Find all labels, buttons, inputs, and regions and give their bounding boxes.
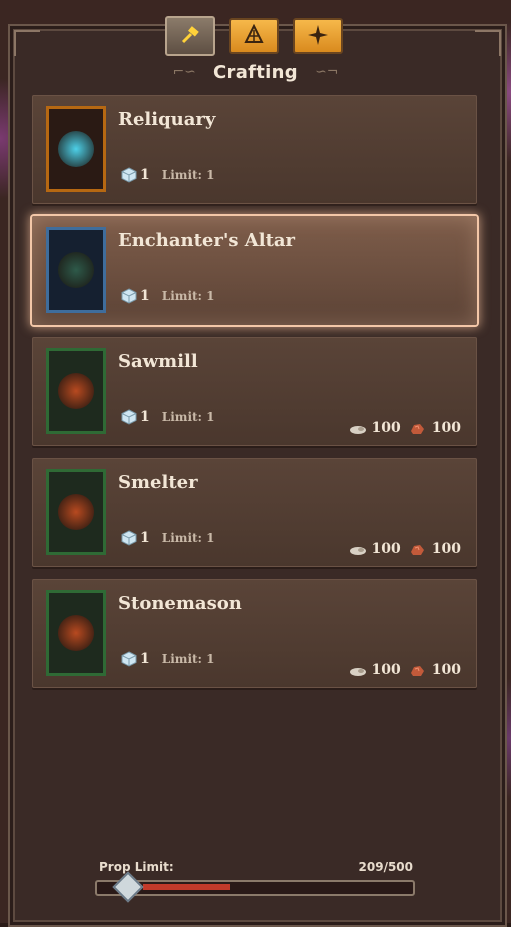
cost-amount: 100 <box>371 662 401 678</box>
cost-entry: 100 <box>409 541 461 557</box>
cost-entry: 100 <box>349 420 401 436</box>
item-costs: 100 100 <box>349 541 461 557</box>
prop-limit-value: 209/500 <box>358 860 413 874</box>
item-costs: 100 100 <box>349 662 461 678</box>
item-thumbnail <box>46 106 106 192</box>
item-limit: Limit: 1 <box>161 168 215 182</box>
panel-header: ⌐∽ Crafting ∽¬ <box>0 62 511 83</box>
item-limit: Limit: 1 <box>161 289 215 303</box>
item-meta: 1 Limit: 1 <box>121 651 215 667</box>
cost-entry: 100 <box>409 662 461 678</box>
prop-limit-label: Prop Limit: <box>99 860 174 874</box>
tab-crafting[interactable] <box>165 16 215 56</box>
item-count: 1 <box>140 409 150 425</box>
item-meta: 1 Limit: 1 <box>121 409 215 425</box>
cost-entry: 100 <box>349 541 401 557</box>
cube-icon <box>121 167 137 183</box>
item-limit: Limit: 1 <box>161 531 215 545</box>
item-costs: 100 100 <box>349 420 461 436</box>
item-limit: Limit: 1 <box>161 410 215 424</box>
crafting-item[interactable]: Reliquary 1 Limit: 1 <box>32 95 477 204</box>
tab-decor[interactable] <box>293 18 343 54</box>
wood-icon <box>349 423 367 434</box>
item-name: Enchanter's Altar <box>118 230 296 251</box>
item-art <box>58 131 94 167</box>
item-thumbnail <box>46 469 106 555</box>
cost-amount: 100 <box>431 541 461 557</box>
ornament-left-icon: ⌐∽ <box>172 64 196 80</box>
item-name: Smelter <box>118 472 198 493</box>
crafting-list: Reliquary 1 Limit: 1 Enchanter's Altar 1 Limi… <box>32 95 477 700</box>
item-name: Sawmill <box>118 351 198 372</box>
crafting-item[interactable]: Enchanter's Altar 1 Limit: 1 <box>32 216 477 325</box>
item-limit: Limit: 1 <box>161 652 215 666</box>
wood-icon <box>349 665 367 676</box>
item-art <box>58 615 94 651</box>
item-name: Reliquary <box>118 109 216 130</box>
item-thumbnail <box>46 348 106 434</box>
cube-icon <box>121 651 137 667</box>
ore-icon <box>409 665 427 676</box>
ornament-right-icon: ∽¬ <box>315 64 339 80</box>
item-meta: 1 Limit: 1 <box>121 530 215 546</box>
item-art <box>58 252 94 288</box>
cost-amount: 100 <box>371 541 401 557</box>
page-title: Crafting <box>213 62 298 83</box>
item-thumbnail <box>46 227 106 313</box>
cost-amount: 100 <box>371 420 401 436</box>
category-tabs <box>0 16 511 58</box>
item-art <box>58 373 94 409</box>
star-icon <box>307 24 329 49</box>
prop-limit-fill <box>143 884 230 890</box>
ore-icon <box>409 423 427 434</box>
item-meta: 1 Limit: 1 <box>121 167 215 183</box>
cost-amount: 100 <box>431 420 461 436</box>
altar-icon <box>243 23 265 49</box>
wood-icon <box>349 544 367 555</box>
cost-entry: 100 <box>409 420 461 436</box>
item-count: 1 <box>140 530 150 546</box>
item-count: 1 <box>140 288 150 304</box>
tab-altars[interactable] <box>229 18 279 54</box>
cube-icon <box>121 530 137 546</box>
cost-amount: 100 <box>431 662 461 678</box>
prop-limit-bar <box>95 871 415 903</box>
cost-entry: 100 <box>349 662 401 678</box>
crafting-item[interactable]: Sawmill 1 Limit: 1 100 100 <box>32 337 477 446</box>
item-name: Stonemason <box>118 593 242 614</box>
item-count: 1 <box>140 167 150 183</box>
item-thumbnail <box>46 590 106 676</box>
item-art <box>58 494 94 530</box>
crafting-item[interactable]: Stonemason 1 Limit: 1 100 100 <box>32 579 477 688</box>
ore-icon <box>409 544 427 555</box>
hammer-icon <box>179 24 201 49</box>
crafting-item[interactable]: Smelter 1 Limit: 1 100 100 <box>32 458 477 567</box>
cube-icon <box>121 288 137 304</box>
cube-icon <box>121 409 137 425</box>
item-count: 1 <box>140 651 150 667</box>
item-meta: 1 Limit: 1 <box>121 288 215 304</box>
